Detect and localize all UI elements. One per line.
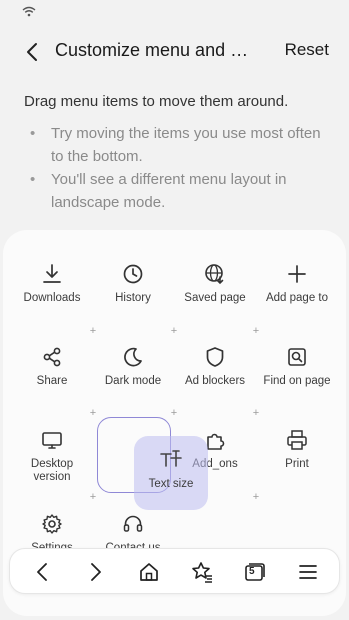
grid-marker: + — [170, 325, 178, 337]
grid-marker: + — [252, 491, 260, 503]
clock-icon — [123, 264, 143, 284]
menu-item-label: History — [115, 292, 151, 304]
tabs-icon — [245, 563, 265, 581]
find-icon — [288, 348, 306, 366]
menu-item-ad-blockers[interactable]: Ad blockers — [173, 343, 257, 388]
download-icon — [43, 264, 61, 283]
menu-item-history[interactable]: History — [91, 260, 175, 305]
dragging-item-text-size[interactable]: Text size — [134, 436, 208, 510]
toolbar-menu-button[interactable] — [294, 558, 322, 586]
plus-icon — [288, 265, 306, 283]
tips-list: Try moving the items you use most often … — [28, 122, 328, 214]
menu-item-find-on-page[interactable]: Find on page — [255, 343, 339, 388]
dragging-item-label: Text size — [148, 478, 194, 490]
menu-icon — [299, 565, 317, 579]
chevron-left-icon — [27, 43, 37, 61]
desktop-icon — [42, 432, 62, 449]
grid-marker: + — [170, 407, 178, 419]
bookmarks-icon — [192, 562, 212, 583]
intro-text: Drag menu items to move them around. — [24, 93, 289, 110]
menu-item-downloads[interactable]: Downloads — [10, 260, 94, 305]
forward-icon — [91, 563, 101, 581]
grid-marker: + — [89, 325, 97, 337]
menu-item-dark-mode[interactable]: Dark mode — [91, 343, 175, 388]
menu-item-label: Saved page — [184, 292, 246, 304]
tip-item: Try moving the items you use most often … — [28, 122, 328, 168]
menu-item-label: Downloads — [23, 292, 81, 304]
toolbar-tabs-button[interactable]: 5 — [241, 558, 269, 586]
share-icon — [43, 347, 61, 367]
menu-item-label: Print — [285, 458, 309, 470]
back-icon — [37, 563, 47, 581]
wifi-icon — [22, 6, 36, 17]
menu-item-label: Find on page — [263, 375, 331, 387]
menu-panel: Downloads History Saved page Add page to… — [3, 230, 346, 616]
toolbar-back-button[interactable] — [28, 558, 56, 586]
reset-button[interactable]: Reset — [285, 40, 329, 60]
back-button[interactable] — [18, 38, 46, 66]
status-bar — [0, 0, 349, 24]
toolbar-home-button[interactable] — [135, 558, 163, 586]
menu-item-saved-page[interactable]: Saved page — [173, 260, 257, 305]
globe-save-icon — [205, 264, 224, 285]
shield-icon — [206, 347, 224, 367]
toolbar-bookmarks-button[interactable] — [188, 558, 216, 586]
page-title: Customize menu and … — [55, 40, 249, 60]
tab-count: 5 — [249, 566, 255, 577]
headset-icon — [123, 515, 143, 532]
moon-icon — [124, 347, 142, 367]
menu-item-label: Add page to — [265, 292, 329, 304]
printer-icon — [287, 430, 307, 450]
menu-item-label: Dark mode — [104, 375, 162, 387]
gear-icon — [42, 514, 62, 534]
text-size-icon — [160, 450, 182, 467]
home-icon — [140, 563, 158, 581]
grid-marker: + — [252, 407, 260, 419]
menu-item-label: Ad blockers — [184, 375, 246, 387]
menu-item-print[interactable]: Print — [255, 426, 339, 471]
menu-item-desktop-version[interactable]: Desktop version — [10, 426, 94, 484]
menu-item-label: Share — [36, 375, 68, 387]
grid-marker: + — [89, 491, 97, 503]
grid-marker: + — [89, 407, 97, 419]
toolbar-forward-button[interactable] — [82, 558, 110, 586]
bottom-toolbar-preview: 5 — [9, 548, 340, 594]
tip-item: You'll see a different menu layout in la… — [28, 168, 328, 214]
header: Customize menu and … Reset — [0, 28, 349, 72]
grid-marker: + — [252, 325, 260, 337]
menu-item-share[interactable]: Share — [10, 343, 94, 388]
menu-item-label: Desktop version — [30, 458, 74, 483]
menu-item-add-page-to[interactable]: Add page to — [255, 260, 339, 305]
